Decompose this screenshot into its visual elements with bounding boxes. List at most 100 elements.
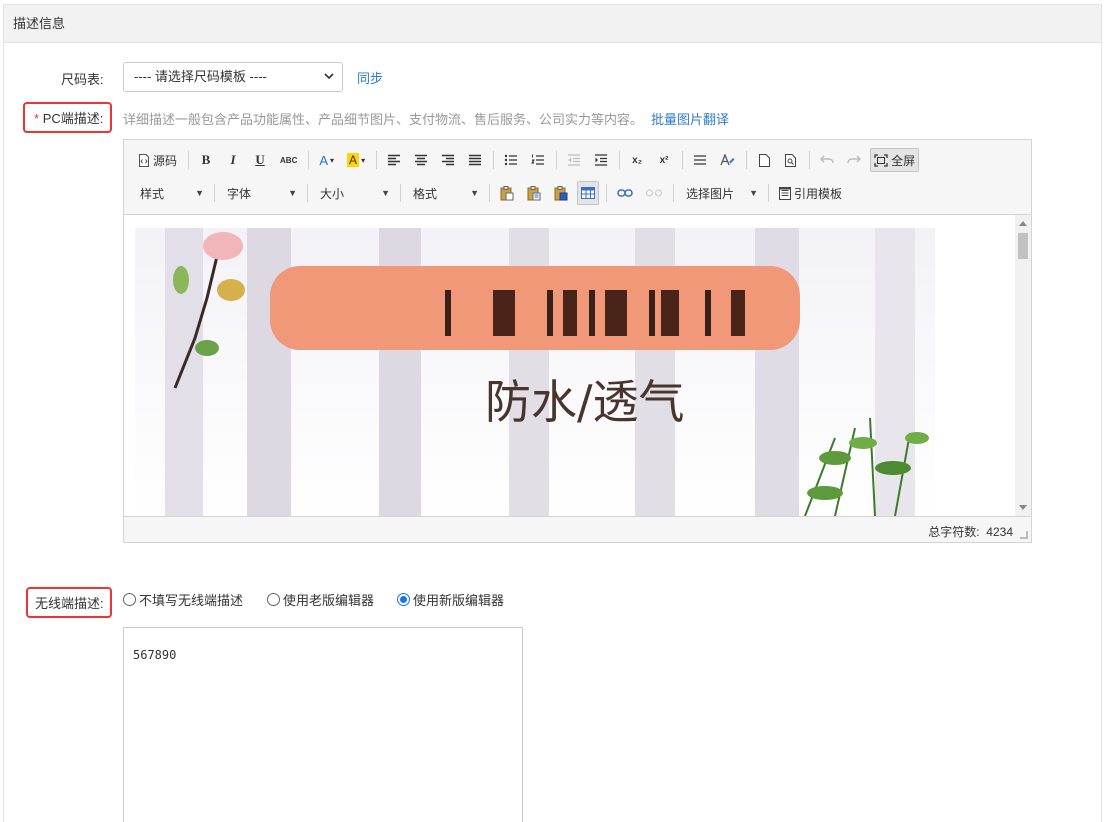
- toolbar-separator: [673, 184, 674, 202]
- radio-icon[interactable]: [123, 593, 136, 606]
- toolbar-separator: [619, 151, 621, 169]
- toolbar-separator: [489, 184, 490, 202]
- numbered-list-icon: [531, 154, 545, 165]
- dropdown-arrow-icon: ▼: [381, 188, 390, 198]
- italic-button[interactable]: I: [222, 148, 244, 172]
- align-left-button[interactable]: [383, 148, 405, 172]
- unlink-icon: [646, 189, 662, 197]
- paste-button[interactable]: [496, 181, 518, 205]
- mobile-desc-textarea[interactable]: 567890: [123, 627, 523, 822]
- source-button[interactable]: 源码: [134, 148, 181, 172]
- bullet-list-icon: [504, 154, 518, 166]
- table-button[interactable]: [577, 181, 599, 205]
- link-button[interactable]: [613, 181, 637, 205]
- scroll-thumb[interactable]: [1018, 233, 1028, 259]
- size-dropdown[interactable]: 大小 ▼: [314, 181, 394, 205]
- redo-icon: [847, 155, 862, 164]
- paste-text-button[interactable]: [523, 181, 545, 205]
- font-dropdown-label: 字体: [227, 186, 252, 201]
- sync-link[interactable]: 同步: [357, 68, 383, 87]
- new-document-button[interactable]: [753, 148, 775, 172]
- fullscreen-label: 全屏: [891, 153, 916, 168]
- toolbar-separator: [188, 151, 190, 169]
- required-mark: *: [34, 111, 40, 126]
- preview-button[interactable]: [780, 148, 802, 172]
- font-dropdown[interactable]: 字体 ▼: [221, 181, 301, 205]
- format-dropdown[interactable]: 格式 ▼: [407, 181, 483, 205]
- mobile-desc-label-box: 无线端描述:: [26, 587, 112, 618]
- resize-grip-icon[interactable]: [1020, 531, 1028, 539]
- editor-scrollbar[interactable]: [1015, 215, 1031, 516]
- horizontal-rule-icon: [694, 155, 707, 165]
- superscript-button[interactable]: x²: [653, 148, 675, 172]
- rich-text-editor: 源码 B I U ABC A ▾ A ▾ x₂ x² 全屏 样式 ▼ 字体 ▼ …: [123, 139, 1032, 543]
- clear-format-icon: [720, 153, 735, 165]
- paste-text-icon: [527, 185, 541, 200]
- bullet-list-button[interactable]: [500, 148, 522, 172]
- unlink-button[interactable]: [642, 181, 666, 205]
- pc-desc-hint-text: 详细描述一般包含产品功能属性、产品细节图片、支付物流、售后服务、公司实力等内容。: [123, 112, 644, 127]
- batch-translate-link[interactable]: 批量图片翻译: [651, 112, 729, 127]
- outdent-button[interactable]: [563, 148, 585, 172]
- bg-color-button[interactable]: A ▾: [343, 148, 369, 172]
- editor-toolbar: 源码 B I U ABC A ▾ A ▾ x₂ x² 全屏 样式 ▼ 字体 ▼ …: [124, 140, 1031, 215]
- size-chart-select[interactable]: ---- 请选择尺码模板 ----: [123, 62, 343, 92]
- use-template-button[interactable]: 引用模板: [775, 181, 846, 205]
- style-dropdown-label: 样式: [140, 186, 165, 201]
- toolbar-separator: [307, 184, 308, 202]
- bold-button[interactable]: B: [195, 148, 217, 172]
- underline-button[interactable]: U: [249, 148, 271, 172]
- radio-new-editor[interactable]: 使用新版编辑器: [397, 590, 504, 609]
- toolbar-separator: [214, 184, 215, 202]
- editor-statusbar: 总字符数: 4234: [124, 516, 1031, 542]
- radio-label: 不填写无线端描述: [139, 593, 244, 608]
- scroll-down-icon[interactable]: [1019, 505, 1027, 510]
- dropdown-arrow-icon: ▼: [470, 188, 479, 198]
- paste-word-button[interactable]: [550, 181, 572, 205]
- image-caption: 防水/透气: [485, 375, 685, 429]
- char-count-label: 总字符数:: [928, 525, 980, 539]
- undo-button[interactable]: [816, 148, 838, 172]
- numbered-list-button[interactable]: [527, 148, 549, 172]
- toolbar-separator: [376, 151, 378, 169]
- size-chart-select-value: ---- 请选择尺码模板 ----: [134, 69, 267, 84]
- scroll-up-icon[interactable]: [1019, 221, 1027, 226]
- toolbar-separator: [809, 151, 811, 169]
- indent-icon: [595, 154, 608, 166]
- align-justify-button[interactable]: [464, 148, 486, 172]
- radio-old-editor[interactable]: 使用老版编辑器: [267, 590, 374, 609]
- redo-button[interactable]: [843, 148, 865, 172]
- fullscreen-icon: [874, 153, 888, 167]
- align-center-button[interactable]: [410, 148, 432, 172]
- size-chart-label: 尺码表:: [61, 72, 104, 87]
- format-dropdown-label: 格式: [413, 186, 438, 201]
- source-label: 源码: [153, 153, 178, 168]
- indent-button[interactable]: [590, 148, 612, 172]
- toolbar-row-1: 源码 B I U ABC A ▾ A ▾ x₂ x² 全屏: [134, 147, 924, 173]
- horizontal-rule-button[interactable]: [689, 148, 711, 172]
- clear-format-button[interactable]: [716, 148, 739, 172]
- style-dropdown[interactable]: 样式 ▼: [134, 181, 208, 205]
- editor-content[interactable]: 防水/透气: [124, 215, 1031, 516]
- subscript-button[interactable]: x₂: [626, 148, 648, 172]
- strikethrough-button[interactable]: ABC: [276, 148, 301, 172]
- fullscreen-button[interactable]: 全屏: [870, 148, 920, 172]
- align-right-button[interactable]: [437, 148, 459, 172]
- radio-icon[interactable]: [397, 593, 410, 606]
- chevron-down-icon: [324, 73, 334, 80]
- align-right-icon: [442, 154, 455, 166]
- toolbar-separator: [556, 151, 558, 169]
- align-justify-icon: [469, 154, 482, 166]
- char-count: 总字符数: 4234: [928, 523, 1013, 540]
- undo-icon: [820, 155, 834, 164]
- pc-desc-label: PC端描述:: [42, 111, 104, 126]
- font-color-button[interactable]: A ▾: [315, 148, 338, 172]
- align-left-icon: [388, 154, 401, 166]
- char-count-value: 4234: [986, 525, 1013, 539]
- radio-no-mobile-desc[interactable]: 不填写无线端描述: [123, 590, 243, 609]
- select-image-dropdown[interactable]: 选择图片 ▼: [680, 181, 762, 205]
- radio-icon[interactable]: [267, 593, 280, 606]
- dropdown-arrow-icon: ▼: [288, 188, 297, 198]
- toolbar-separator: [400, 184, 401, 202]
- align-center-icon: [415, 154, 428, 166]
